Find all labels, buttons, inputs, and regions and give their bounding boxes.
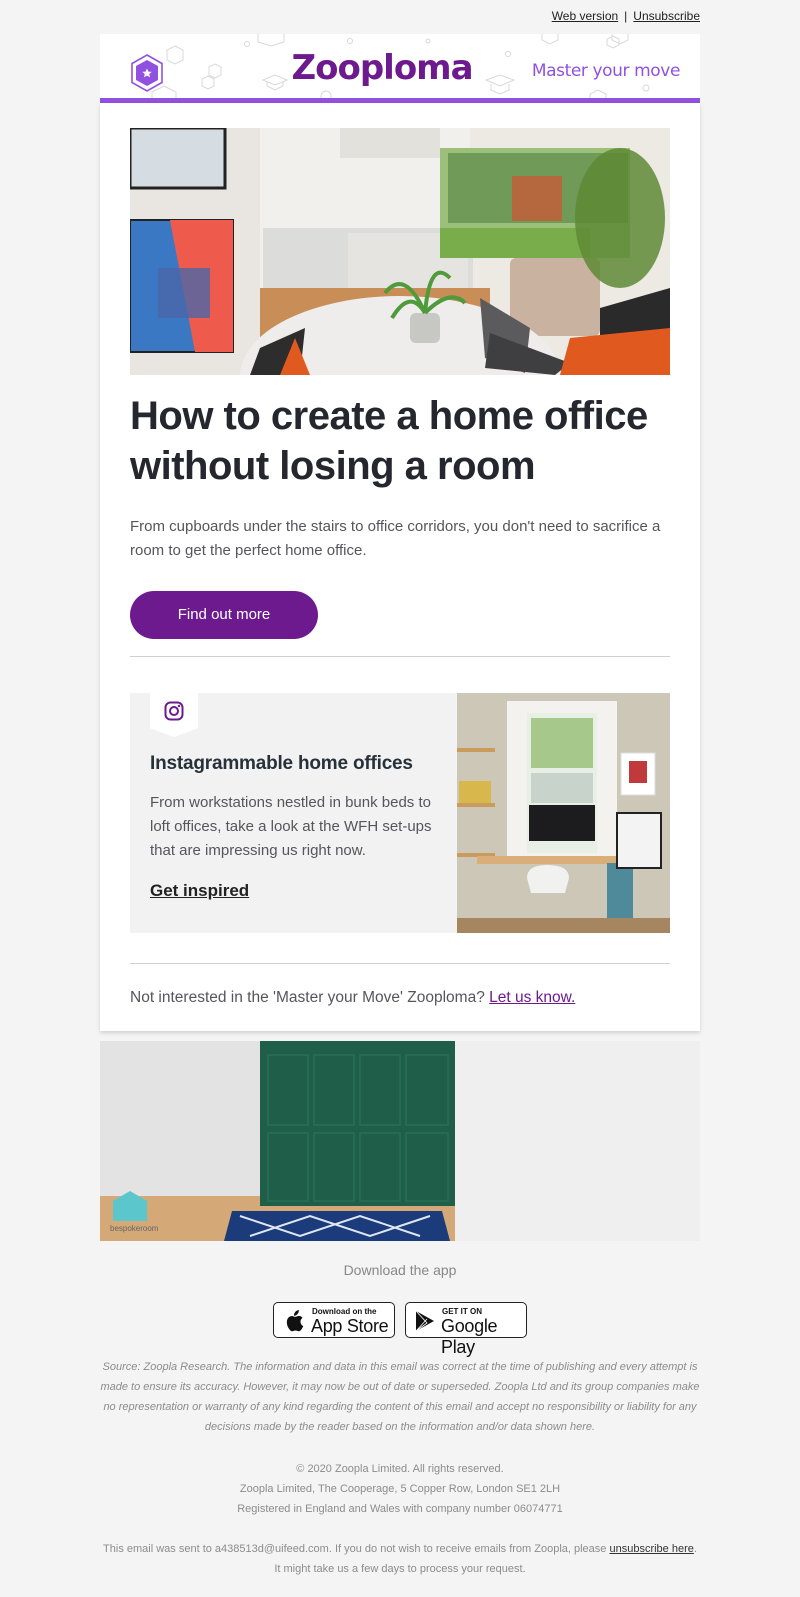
find-out-more-button[interactable]: Find out more — [130, 591, 318, 639]
article-headline: How to create a home office without losi… — [130, 394, 648, 488]
download-app-label: Download the app — [343, 1262, 457, 1278]
home-office-photo[interactable] — [457, 693, 670, 933]
footer-legal: © 2020 Zoopla Limited. All rights reserv… — [100, 1459, 700, 1519]
google-play-small-text: GET IT ON — [442, 1307, 482, 1316]
app-store-big-text: App Store — [311, 1316, 389, 1336]
section-divider — [130, 656, 670, 657]
let-us-know-link[interactable]: Let us know. — [489, 989, 575, 1006]
footer-disclaimer: Source: Zoopla Research. The information… — [100, 1361, 700, 1433]
copyright-text: © 2020 Zoopla Limited. All rights reserv… — [296, 1463, 504, 1475]
optout-message: Not interested in the 'Master your Move'… — [130, 989, 575, 1007]
hero-image[interactable] — [130, 128, 670, 375]
instagram-tab — [150, 693, 198, 737]
footer-sent-notice: This email was sent to a438513d@uifeed.c… — [100, 1539, 700, 1579]
company-address: Zoopla Limited, The Cooperage, 5 Copper … — [239, 1483, 561, 1495]
brand-logo[interactable]: Zooploma — [290, 44, 474, 92]
web-version-link[interactable]: Web version — [552, 9, 618, 23]
section-divider — [130, 963, 670, 964]
main-content-card: How to create a home office without losi… — [100, 103, 700, 1031]
app-store-button[interactable]: Download on the App Store — [273, 1302, 395, 1338]
home-office-illustration — [457, 693, 670, 933]
instagram-feature-body: From workstations nestled in bunk beds t… — [150, 794, 432, 859]
instagram-feature: Instagrammable home offices From worksta… — [130, 693, 670, 933]
footer-unsubscribe-link[interactable]: unsubscribe here — [609, 1543, 693, 1555]
unsubscribe-link[interactable]: Unsubscribe — [633, 9, 700, 23]
bespokeroom-banner[interactable]: bespokeroom — [100, 1041, 700, 1241]
get-inspired-link[interactable]: Get inspired — [150, 881, 249, 901]
preheader-separator: | — [624, 9, 628, 23]
instagram-feature-title: Instagrammable home offices — [150, 753, 413, 774]
google-play-icon — [415, 1310, 434, 1332]
sent-notice-text: This email was sent to a438513d@uifeed.c… — [103, 1543, 610, 1555]
article-intro: From cupboards under the stairs to offic… — [130, 518, 661, 559]
preheader: Web version | Unsubscribe — [552, 9, 700, 23]
app-store-small-text: Download on the — [312, 1307, 377, 1316]
instagram-icon — [164, 701, 184, 721]
bespokeroom-illustration — [100, 1041, 700, 1241]
google-play-button[interactable]: GET IT ON Google Play — [405, 1302, 527, 1357]
zooploma-badge-icon — [131, 54, 163, 92]
google-play-big-text: Google Play — [441, 1316, 498, 1357]
apple-icon — [286, 1310, 304, 1332]
hero-image-illustration — [130, 128, 670, 375]
company-registration: Registered in England and Wales with com… — [237, 1503, 563, 1515]
optout-text: Not interested in the 'Master your Move'… — [130, 989, 490, 1006]
header-tagline: Master your move — [531, 61, 681, 81]
bespokeroom-logo-text: bespokeroom — [110, 1224, 159, 1233]
email-header: Zooploma Master your move — [100, 34, 700, 103]
